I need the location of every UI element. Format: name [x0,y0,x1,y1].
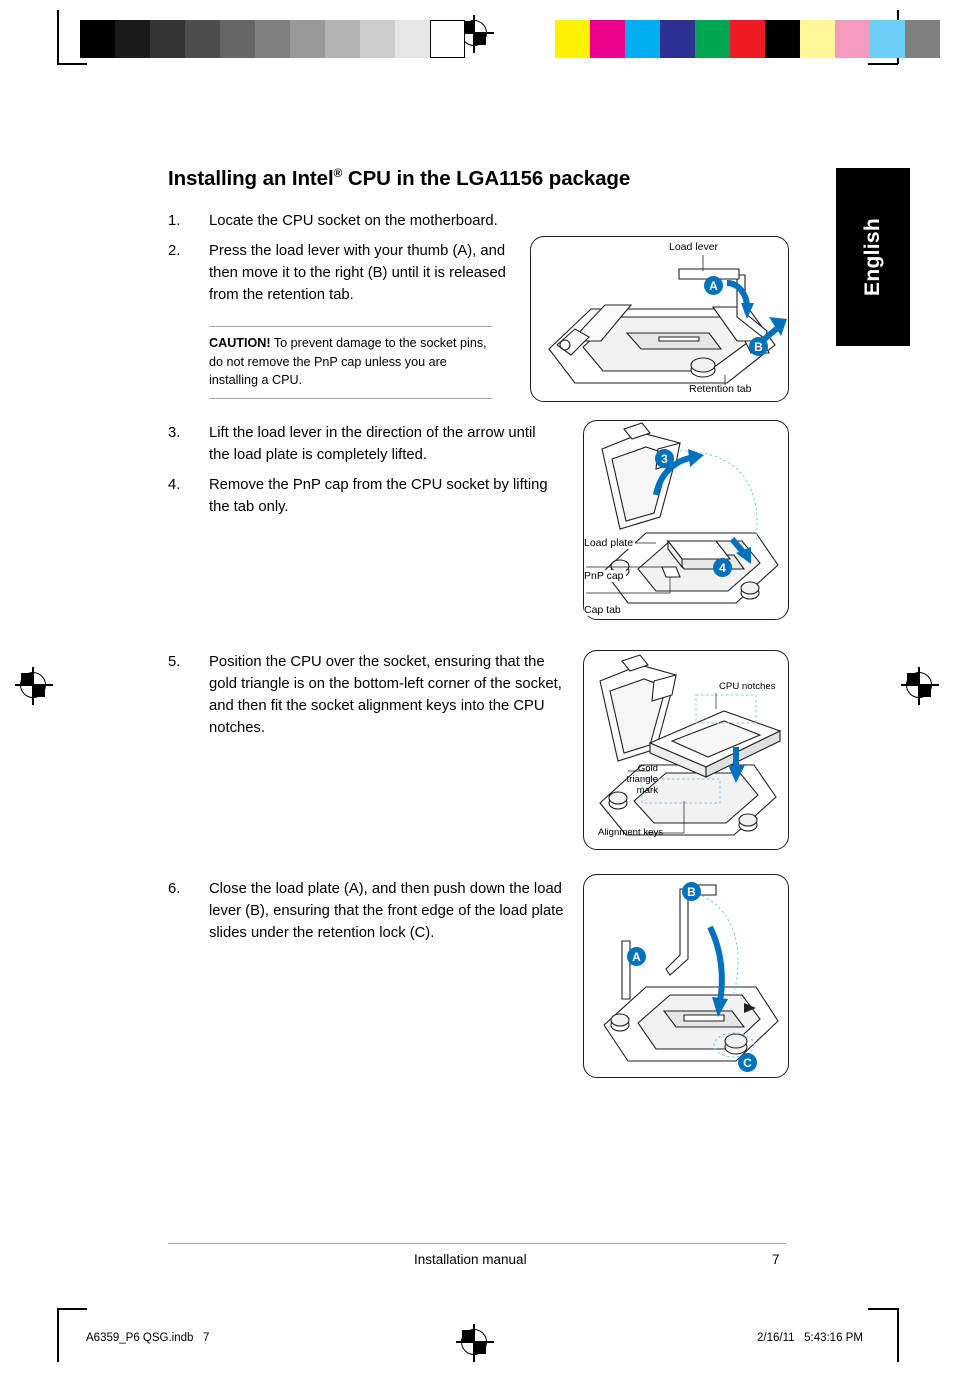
figure-1-label-load-lever: Load lever [669,241,719,253]
step-4-number: 4. [168,477,181,493]
footer-title: Installation manual [414,1252,527,1267]
step-1: 1. Locate the CPU socket on the motherbo… [168,210,548,232]
figure-3-label-cpu-notches: CPU notches [719,681,776,692]
figure-2-illustration [586,422,779,604]
figure-3-label-gold-triangle: Gold triangle mark [626,763,658,796]
step-3: 3. Lift the load lever in the direction … [168,422,558,466]
step-5-number: 5. [168,654,181,670]
imprint-filename: A6359_P6 QSG.indb 7 [86,1332,210,1344]
page-title-part1: Installing an Intel [168,166,334,190]
footer-divider [168,1243,786,1244]
step-2: 2. Press the load lever with your thumb … [168,240,520,306]
figure-3-label-alignment-keys: Alignment keys [598,827,664,838]
imprint-timestamp: 2/16/11 5:43:16 PM [757,1332,863,1344]
language-tab-label: English [861,218,884,296]
manual-page: English Installing an Intel® CPU in the … [0,0,954,1376]
figure-2-pnp-cap: 3 4 [583,420,789,620]
figure-2-label-load-plate: Load plate [584,537,636,549]
step-5-text: Position the CPU over the socket, ensuri… [209,654,562,736]
figure-4-badge-a: A [627,947,646,966]
figure-1-badge-a: A [704,276,723,295]
step-2-text: Press the load lever with your thumb (A)… [209,243,506,303]
step-6-text: Close the load plate (A), and then push … [209,881,564,941]
step-3-number: 3. [168,425,181,441]
figure-3-cpu-alignment: CPU notches Alignment keys [583,650,789,850]
caution-note: CAUTION! To prevent damage to the socket… [209,326,492,399]
figure-2-badge-3: 3 [655,449,674,468]
step-6: 6. Close the load plate (A), and then pu… [168,878,568,944]
figure-4-badge-c: C [738,1053,757,1072]
step-1-text: Locate the CPU socket on the motherboard… [209,213,498,229]
step-5: 5. Position the CPU over the socket, ens… [168,651,573,739]
step-1-number: 1. [168,213,181,229]
caution-label: CAUTION! [209,336,271,350]
step-6-number: 6. [168,881,181,897]
figure-2-label-pnp-cap: PnP cap [584,570,626,582]
figure-4-close-load-plate: B A C [583,874,789,1078]
figure-1-illustration [548,255,787,385]
figure-1-label-retention-tab: Retention tab [689,383,752,395]
step-2-number: 2. [168,243,181,259]
figure-2-badge-4: 4 [713,558,732,577]
figure-4-badge-b: B [682,882,701,901]
language-tab-english: English [836,168,910,346]
step-4: 4. Remove the PnP cap from the CPU socke… [168,474,558,518]
step-3-text: Lift the load lever in the direction of … [209,425,536,463]
figure-1-load-lever: Load lever Retention tab A B [530,236,789,402]
registered-mark-icon: ® [333,166,343,180]
figure-2-label-cap-tab: Cap tab [584,604,623,616]
figure-4-illustration [603,884,779,1062]
figure-1-badge-b: B [749,337,768,356]
page-title: Installing an Intel® CPU in the LGA1156 … [168,166,630,191]
page-title-part2: CPU in the LGA1156 package [342,166,631,190]
footer-page-number: 7 [772,1252,780,1267]
step-4-text: Remove the PnP cap from the CPU socket b… [209,477,548,515]
